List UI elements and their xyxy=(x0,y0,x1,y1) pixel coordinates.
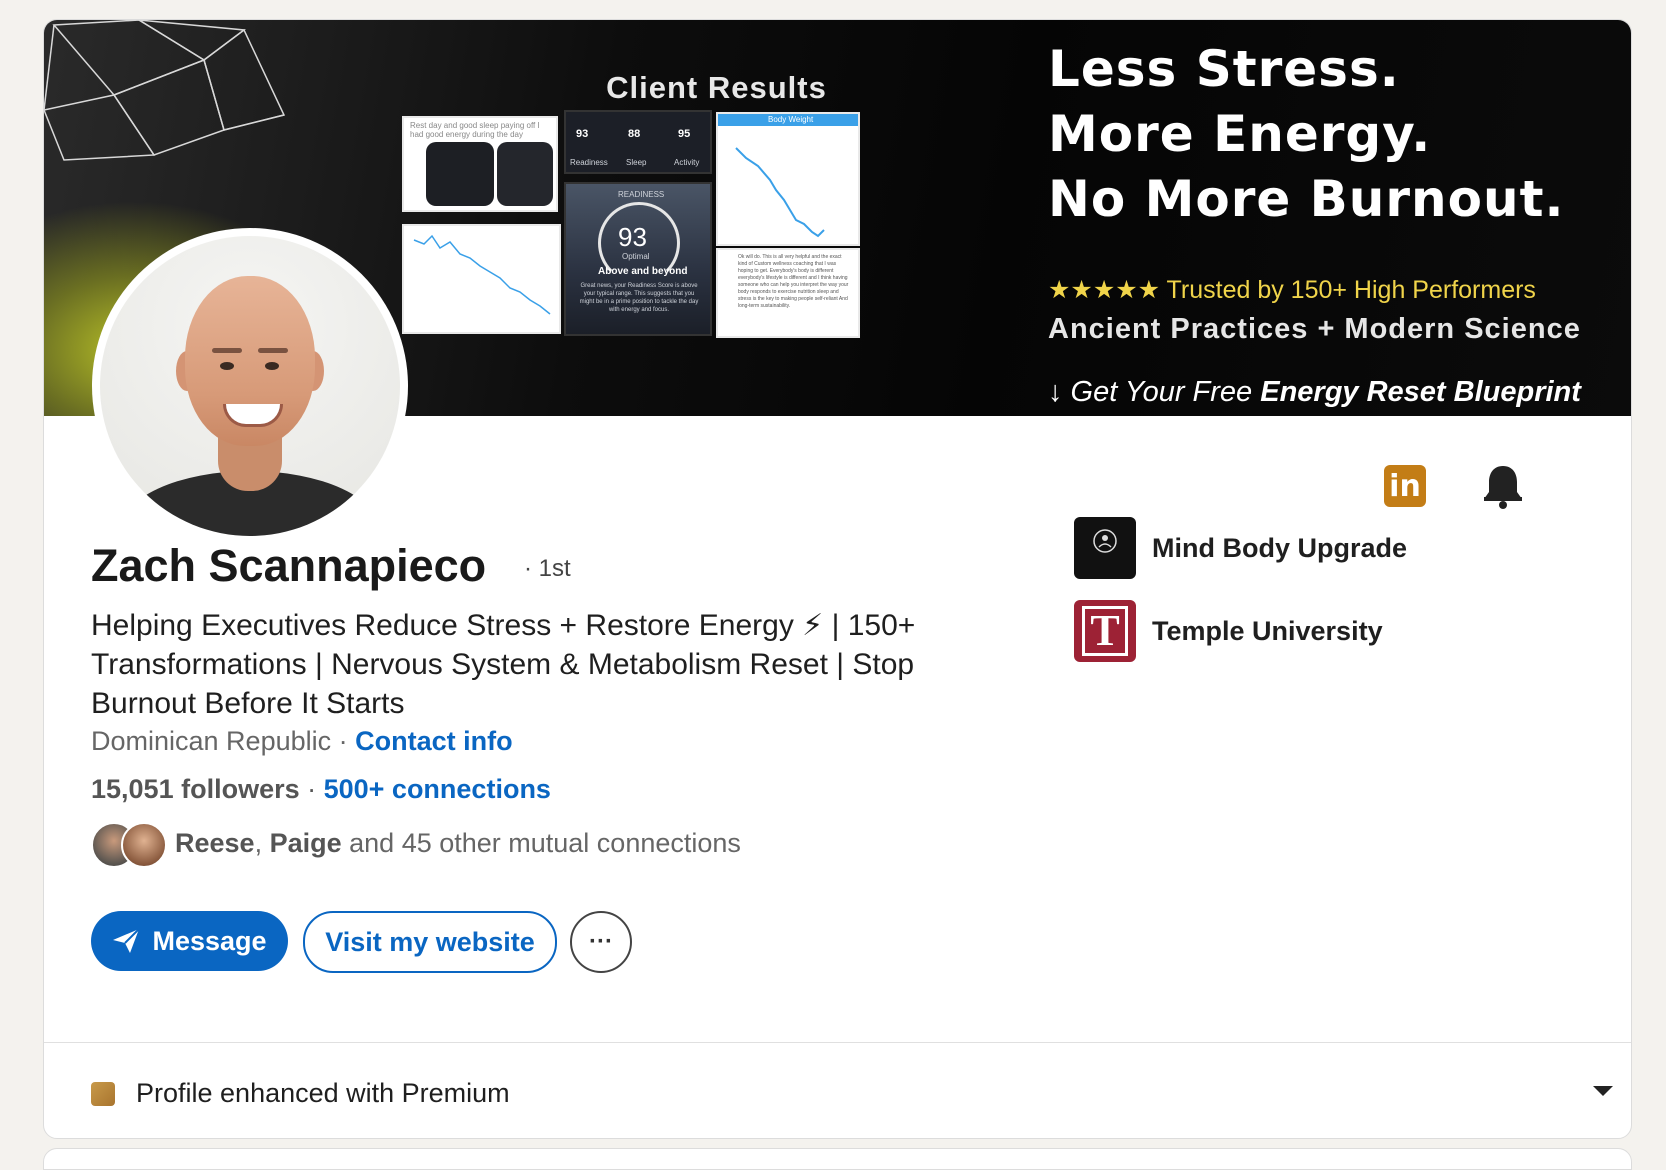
mutual-connections-text: Reese, Paige and 45 other mutual connect… xyxy=(175,828,741,859)
mind-body-upgrade-logo-mark xyxy=(1093,529,1117,553)
tile-readiness: READINESS 93 Optimal Above and beyond Gr… xyxy=(564,182,712,336)
label-readiness: Readiness xyxy=(570,158,608,167)
banner-headline-3: No More Burnout. xyxy=(1048,170,1565,228)
tile-watch-screenshot: Rest day and good sleep paying off I had… xyxy=(402,116,558,212)
connections-link[interactable]: 500+ connections xyxy=(324,774,551,804)
temple-logo-letter: T xyxy=(1082,606,1128,656)
divider xyxy=(44,1042,1631,1043)
tile-weight-trend xyxy=(402,224,561,334)
banner-practices: Ancient Practices + Modern Science xyxy=(1048,313,1581,345)
readiness-status: Optimal xyxy=(622,252,650,261)
geometric-lines-decoration xyxy=(44,20,286,161)
mutual-rest: and 45 other mutual connections xyxy=(341,828,741,858)
score-sleep: 88 xyxy=(628,128,641,140)
avatar-brow-left xyxy=(212,348,242,353)
message-button-label: Message xyxy=(152,925,267,956)
weight-title: Body Weight xyxy=(768,115,814,124)
message-button[interactable]: Message xyxy=(91,911,288,971)
avatar-eye-right xyxy=(265,362,279,370)
avatar xyxy=(100,236,400,536)
followers-count: 15,051 followers xyxy=(91,774,300,804)
profile-name: Zach Scannapieco xyxy=(91,540,487,591)
score-readiness: 93 xyxy=(576,128,589,140)
profile-headline: Helping Executives Reduce Stress + Resto… xyxy=(91,609,916,720)
avatar-eye-left xyxy=(220,362,234,370)
client-results-title: Client Results xyxy=(606,70,827,105)
temple-university-logo: T xyxy=(1074,600,1136,662)
followers-separator: · xyxy=(299,774,324,804)
banner-headline-2: More Energy. xyxy=(1048,105,1432,163)
readiness-caption: Above and beyond xyxy=(598,266,688,277)
linkedin-premium-icon: in xyxy=(1384,465,1426,507)
caret-down-icon[interactable] xyxy=(1593,1086,1613,1096)
tile-scores: 93 88 95 Readiness Sleep Activity xyxy=(564,110,712,174)
mutual-name-1: Reese xyxy=(175,828,255,858)
score-activity: 95 xyxy=(678,128,691,140)
org-name: Mind Body Upgrade xyxy=(1152,533,1407,563)
testimonial-text: Ok will do. This is all very helpful and… xyxy=(738,254,849,309)
readiness-value: 93 xyxy=(618,222,647,252)
blueprint-prefix: ↓ Get Your Free xyxy=(1048,376,1261,408)
weight-trend-chart xyxy=(413,234,551,315)
mind-body-upgrade-logo xyxy=(1074,517,1136,579)
next-card-edge xyxy=(43,1148,1632,1170)
chat-note-text: Rest day and good sleep paying off I had… xyxy=(410,121,540,139)
watch-face-right xyxy=(497,142,553,206)
mutual-avatar-paige xyxy=(121,822,167,868)
mutual-name-2: Paige xyxy=(269,828,342,858)
send-icon xyxy=(113,928,141,953)
contact-info-link[interactable]: Contact info xyxy=(355,726,512,756)
visit-website-button[interactable]: Visit my website xyxy=(303,911,557,973)
banner-blueprint: ↓ Get Your Free Energy Reset Blueprint xyxy=(1048,376,1581,409)
banner-trusted: ★★★★★ Trusted by 150+ High Performers xyxy=(1048,276,1536,304)
blueprint-bold: Energy Reset Blueprint xyxy=(1260,376,1581,408)
bell-icon[interactable] xyxy=(1481,462,1525,510)
avatar-brow-right xyxy=(258,348,288,353)
premium-row[interactable]: Profile enhanced with Premium xyxy=(91,1078,1613,1118)
weight-line-chart xyxy=(735,147,825,238)
tile-testimonial: Ok will do. This is all very helpful and… xyxy=(716,248,860,338)
org-name: Temple University xyxy=(1152,616,1383,646)
profile-photo[interactable] xyxy=(92,228,408,544)
followers-row: 15,051 followers · 500+ connections xyxy=(91,774,551,805)
banner-headline-1: Less Stress. xyxy=(1048,40,1400,98)
connection-degree: · 1st xyxy=(524,555,571,582)
mutual-separator: , xyxy=(254,828,270,858)
location-row: Dominican Republic · Contact info xyxy=(91,726,513,757)
location-separator: · xyxy=(331,726,356,756)
premium-icon xyxy=(91,1082,115,1106)
profile-card: Client Results Rest day and good sleep p… xyxy=(43,19,1632,1139)
label-activity: Activity xyxy=(674,158,700,167)
premium-text: Profile enhanced with Premium xyxy=(136,1078,510,1108)
watch-face-left xyxy=(426,142,494,206)
label-sleep: Sleep xyxy=(626,158,647,167)
tile-body-weight: Body Weight xyxy=(716,112,860,246)
readiness-note: Great news, your Readiness Score is abov… xyxy=(579,283,699,313)
more-icon[interactable]: ··· xyxy=(570,911,632,973)
location: Dominican Republic xyxy=(91,726,332,756)
readiness-title: READINESS xyxy=(618,190,665,199)
